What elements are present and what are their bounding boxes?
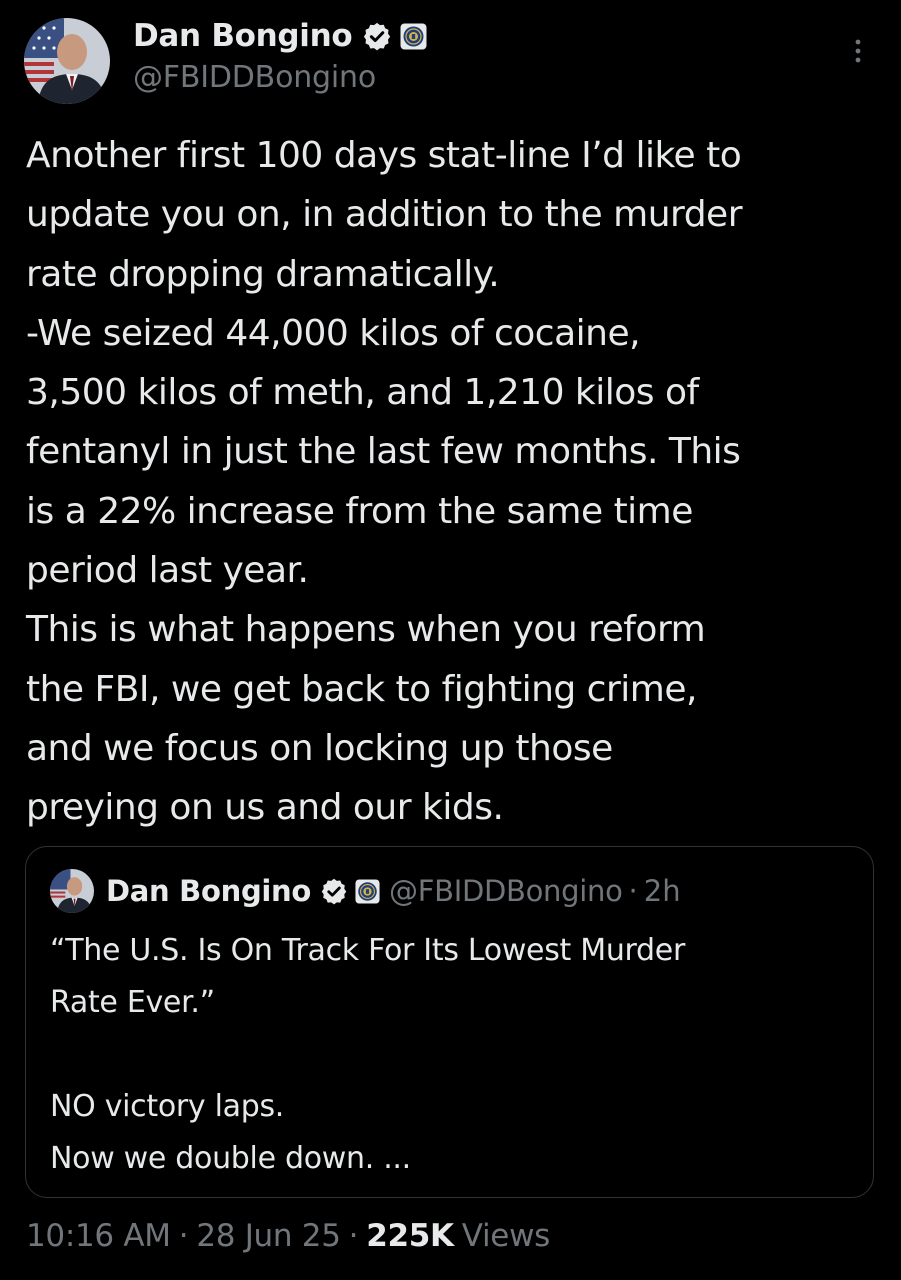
- author-name-row: Dan Bongino: [133, 14, 427, 58]
- quoted-separator: ·: [628, 874, 638, 908]
- verified-badge-icon[interactable]: [320, 877, 348, 905]
- verified-badge-icon[interactable]: [362, 21, 392, 51]
- author-display-name[interactable]: Dan Bongino: [133, 18, 353, 54]
- tweet: Dan Bongino @FBIDDBongino Another first …: [0, 0, 901, 1280]
- quoted-header: Dan Bongino @FBIDDBongino · 2h: [106, 869, 681, 913]
- more-options-icon[interactable]: [848, 34, 868, 70]
- fbi-seal-icon[interactable]: [400, 23, 427, 50]
- fbi-seal-icon[interactable]: [355, 878, 380, 904]
- tweet-time[interactable]: 10:16 AM: [26, 1218, 171, 1254]
- meta-separator: ·: [178, 1218, 189, 1254]
- views-count[interactable]: 225K: [366, 1218, 454, 1254]
- views-label: Views: [461, 1218, 551, 1254]
- author-avatar[interactable]: [24, 18, 110, 104]
- quoted-author-avatar[interactable]: [50, 869, 94, 913]
- quoted-avatar-image: [50, 869, 94, 913]
- author-handle[interactable]: @FBIDDBongino: [133, 60, 376, 95]
- tweet-date[interactable]: 28 Jun 25: [196, 1218, 341, 1254]
- quoted-timestamp[interactable]: 2h: [644, 874, 681, 908]
- meta-separator: ·: [348, 1218, 359, 1254]
- quoted-handle[interactable]: @FBIDDBongino: [389, 874, 623, 908]
- quoted-tweet-text: “The U.S. Is On Track For Its Lowest Mur…: [50, 933, 685, 1176]
- avatar-image: [24, 18, 110, 104]
- quoted-display-name[interactable]: Dan Bongino: [106, 874, 311, 908]
- tweet-meta: 10:16 AM · 28 Jun 25 · 225K Views: [26, 1218, 550, 1254]
- quoted-tweet-card[interactable]: Dan Bongino @FBIDDBongino · 2h “The U.S.…: [25, 846, 874, 1198]
- tweet-text: Another first 100 days stat-line I’d lik…: [26, 135, 743, 829]
